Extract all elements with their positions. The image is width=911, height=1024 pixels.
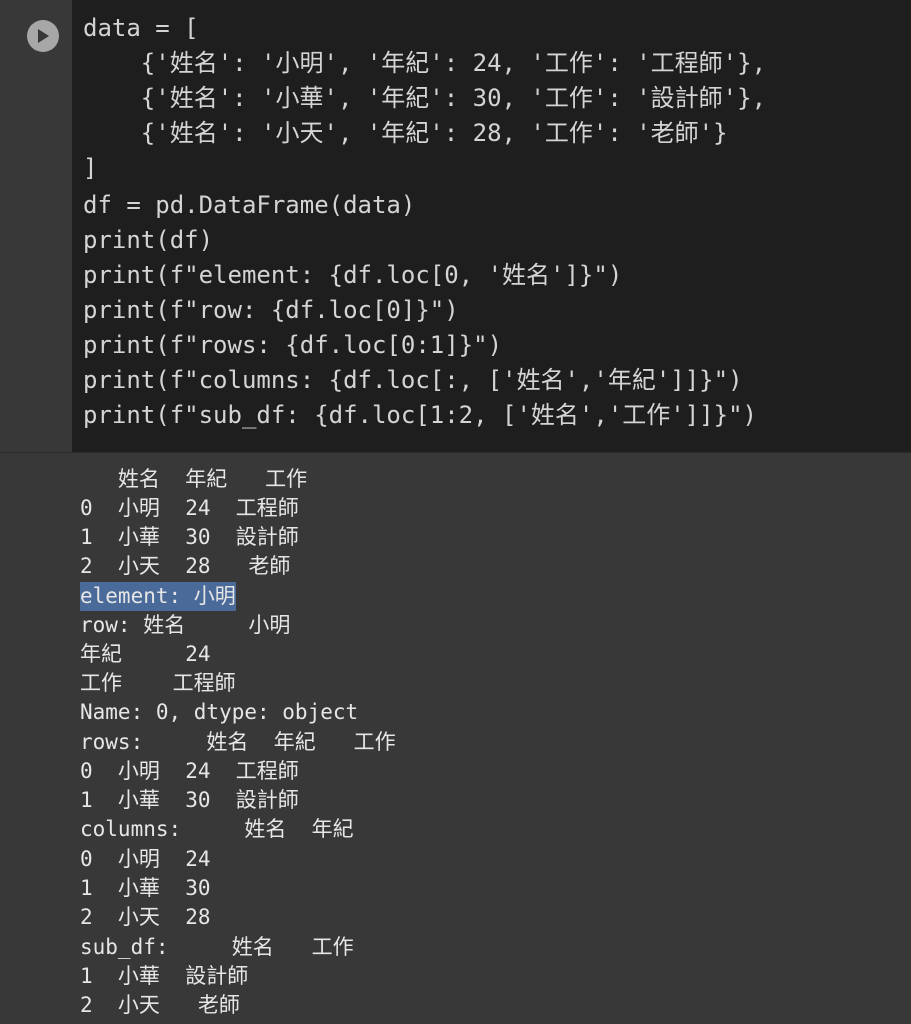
cell-output: 姓名 年紀 工作 0 小明 24 工程師 1 小華 30 設計師 2 小天 28…	[0, 452, 911, 1024]
output-line: rows: 姓名 年紀 工作	[80, 730, 396, 754]
output-line: 2 小天 28	[80, 905, 211, 929]
output-line: 0 小明 24	[80, 847, 211, 871]
output-line: 年紀 24	[80, 642, 211, 666]
output-line: 姓名 年紀 工作	[80, 467, 308, 491]
code-line: print(f"sub_df: {df.loc[1:2, ['姓名','工作']…	[83, 401, 757, 429]
code-line: print(f"rows: {df.loc[0:1]}")	[83, 331, 503, 359]
code-line: print(f"columns: {df.loc[:, ['姓名','年紀']]…	[83, 366, 743, 394]
code-cell[interactable]: data = [ {'姓名': '小明', '年紀': 24, '工作': '工…	[0, 0, 911, 452]
output-line-selected: element: 小明	[80, 582, 236, 611]
output-line: 1 小華 30 設計師	[80, 525, 299, 549]
notebook-page: data = [ {'姓名': '小明', '年紀': 24, '工作': '工…	[0, 0, 911, 1024]
code-line: data = [	[83, 14, 199, 42]
output-line: 1 小華 設計師	[80, 964, 249, 988]
output-line: Name: 0, dtype: object	[80, 700, 359, 724]
output-line: 0 小明 24 工程師	[80, 496, 299, 520]
code-line: print(df)	[83, 226, 214, 254]
output-line: 1 小華 30 設計師	[80, 788, 299, 812]
code-line: df = pd.DataFrame(data)	[83, 191, 416, 219]
code-line: ]	[83, 154, 98, 182]
output-line: 2 小天 28 老師	[80, 554, 291, 578]
code-line: {'姓名': '小華', '年紀': 30, '工作': '設計師'},	[83, 84, 767, 112]
play-icon	[38, 29, 49, 43]
code-line: {'姓名': '小天', '年紀': 28, '工作': '老師'}	[83, 119, 728, 147]
output-line: row: 姓名 小明	[80, 613, 291, 637]
output-line: 2 小天 老師	[80, 993, 240, 1017]
code-line: {'姓名': '小明', '年紀': 24, '工作': '工程師'},	[83, 49, 767, 77]
output-line: columns: 姓名 年紀	[80, 817, 354, 841]
output-line: 0 小明 24 工程師	[80, 759, 299, 783]
code-line: print(f"row: {df.loc[0]}")	[83, 296, 459, 324]
code-line: print(f"element: {df.loc[0, '姓名']}")	[83, 261, 623, 289]
output-line: sub_df: 姓名 工作	[80, 935, 354, 959]
output-line: 工作 工程師	[80, 671, 236, 695]
run-cell-button[interactable]	[27, 20, 59, 52]
output-line: 1 小華 30	[80, 876, 211, 900]
code-editor[interactable]: data = [ {'姓名': '小明', '年紀': 24, '工作': '工…	[72, 0, 911, 452]
cell-gutter	[5, 0, 71, 452]
